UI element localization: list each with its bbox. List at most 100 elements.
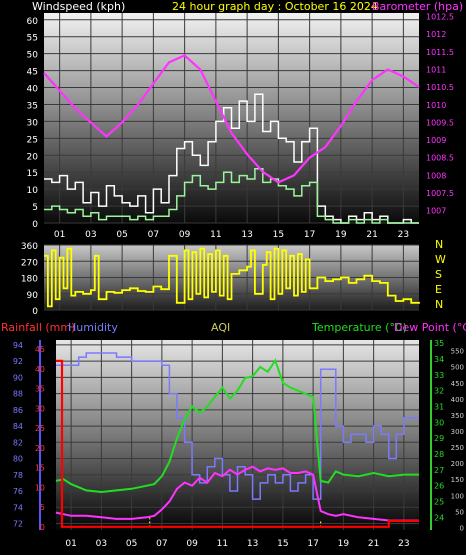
temperature-x-tick: 23 (398, 539, 409, 549)
wind-y-tick: 40 (27, 85, 39, 95)
wind-x-tick: 15 (273, 230, 284, 240)
temperature-y-tick: 29 (434, 434, 444, 443)
wind-x-tick: 01 (54, 230, 65, 240)
barometer-y-tick: 1010.5 (426, 83, 454, 92)
aqi-y-tick: 100 (451, 492, 464, 500)
humidity-y-tick: 78 (13, 471, 23, 480)
temperature-x-tick: 03 (96, 539, 107, 549)
aqi-y-tick: 300 (451, 428, 464, 436)
humidity-legend: Humidity (68, 321, 118, 334)
humidity-y-tick: 90 (13, 373, 23, 382)
wind-y-tick: 5 (32, 203, 38, 213)
humidity-y-tick: 84 (13, 422, 23, 431)
rainfall-y-tick: 15 (35, 464, 45, 473)
rainfall-y-tick: 10 (35, 483, 45, 492)
rainfall-y-tick: 45 (35, 345, 45, 354)
barometer-y-tick: 1011.5 (426, 48, 454, 57)
compass-label: W (435, 253, 446, 266)
direction-y-tick: 180 (21, 275, 38, 285)
barometer-y-tick: 1009 (426, 136, 446, 145)
humidity-y-tick: 88 (13, 390, 23, 399)
temperature-x-tick: 07 (156, 539, 167, 549)
wind-y-tick: 60 (27, 17, 39, 27)
wind-x-tick: 05 (116, 230, 127, 240)
temperature-x-tick: 15 (277, 539, 288, 549)
wind-y-tick: 20 (27, 152, 39, 162)
temperature-y-tick: 31 (434, 403, 444, 412)
direction-y-tick: 360 (21, 242, 38, 252)
barometer-y-tick: 1010 (426, 101, 446, 110)
temperature-y-tick: 33 (434, 371, 444, 380)
temperature-x-tick: 17 (307, 539, 318, 549)
wind-barometer-panel: 05101520253035404550556001 03 05 07 09 11 13 15… (27, 0, 464, 240)
aqi-y-tick: 400 (451, 396, 464, 404)
windspeed-axis-title: Windspeed (kph) (32, 0, 125, 13)
wind-direction-panel: 090180270360 NWSEN (21, 238, 446, 317)
barometer-y-tick: 1011 (426, 65, 446, 74)
wind-x-tick: 03 (85, 230, 96, 240)
temperature-x-tick: 05 (126, 539, 137, 549)
humidity-y-tick: 72 (13, 520, 23, 529)
humidity-y-tick: 76 (13, 487, 23, 496)
wind-x-tick: 13 (241, 230, 252, 240)
aqi-y-tick: 0 (460, 524, 464, 532)
aqi-y-tick: 150 (451, 476, 464, 484)
temperature-x-tick: 01 (65, 539, 76, 549)
temperature-y-tick: 32 (434, 387, 444, 396)
rainfall-legend: Rainfall (mm) (1, 321, 75, 334)
direction-y-tick: 270 (21, 258, 38, 268)
temperature-y-tick: 25 (434, 498, 444, 507)
temperature-legend: Temperature (°C) (311, 321, 407, 334)
temperature-x-tick: 21 (368, 539, 379, 549)
aqi-y-tick: 500 (451, 364, 464, 372)
humidity-y-tick: 74 (13, 503, 23, 512)
wind-x-tick: 17 (304, 230, 315, 240)
wind-y-tick: 50 (27, 51, 39, 61)
rain-humidity-temperature-panel: 7274767880828486889092940510152025303540… (1, 321, 466, 549)
rainfall-y-tick: 0 (40, 523, 45, 532)
temperature-y-tick: 30 (434, 418, 444, 427)
barometer-y-tick: 1008.5 (426, 154, 454, 163)
aqi-y-tick: 450 (451, 380, 464, 388)
compass-label: S (435, 268, 442, 281)
barometer-axis-title: Barometer (hpa) (372, 0, 463, 13)
temperature-x-tick: 19 (338, 539, 350, 549)
direction-y-tick: 0 (32, 307, 38, 317)
temperature-plot-background (56, 340, 419, 530)
temperature-y-tick: 28 (434, 450, 444, 459)
weather-graph-canvas: 05101520253035404550556001 03 05 07 09 11 13 15… (1, 0, 466, 549)
dewpoint-legend: Dew Point (°C) (394, 321, 466, 334)
temperature-x-tick: 09 (186, 539, 198, 549)
humidity-y-tick: 86 (13, 406, 23, 415)
wind-x-tick: 19 (335, 230, 347, 240)
temperature-y-tick: 34 (434, 355, 444, 364)
wind-y-tick: 45 (27, 68, 38, 78)
humidity-y-tick: 94 (13, 341, 23, 350)
humidity-y-tick: 80 (13, 455, 23, 464)
barometer-y-tick: 1007.5 (426, 189, 454, 198)
graph-title: 24 hour graph day : October 16 2024 (172, 0, 378, 13)
temperature-x-tick: 13 (247, 539, 258, 549)
barometer-y-tick: 1012 (426, 30, 446, 39)
temperature-x-tick: 11 (217, 539, 228, 549)
wind-x-tick: 21 (366, 230, 377, 240)
aqi-y-tick: 50 (455, 508, 464, 516)
barometer-y-tick: 1012.5 (426, 13, 454, 22)
humidity-y-tick: 92 (13, 357, 23, 366)
rainfall-y-tick: 20 (35, 444, 45, 453)
rainfall-y-tick: 35 (35, 385, 45, 394)
rainfall-y-tick: 25 (35, 424, 45, 433)
compass-label: E (435, 283, 442, 296)
aqi-legend: AQI (211, 321, 230, 334)
wind-y-tick: 10 (27, 186, 39, 196)
temperature-y-tick: 26 (434, 482, 444, 491)
aqi-y-tick: 200 (451, 460, 464, 468)
direction-y-tick: 90 (27, 291, 39, 301)
aqi-y-tick: 250 (451, 444, 464, 452)
rainfall-y-tick: 5 (40, 503, 45, 512)
wind-y-tick: 0 (32, 220, 38, 230)
rainfall-y-tick: 30 (35, 404, 45, 413)
barometer-y-tick: 1007 (426, 207, 446, 216)
temperature-y-tick: 35 (434, 339, 444, 348)
wind-x-tick: 11 (210, 230, 221, 240)
